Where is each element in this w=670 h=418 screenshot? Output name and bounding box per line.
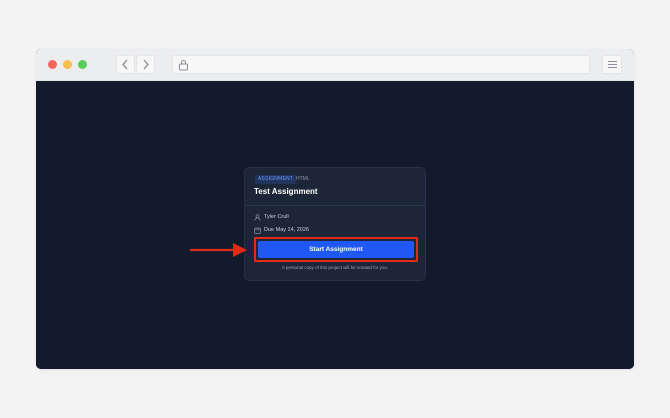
start-assignment-button[interactable]: Start Assignment (258, 241, 414, 258)
author-name: Tyler Crull (264, 214, 289, 220)
user-icon (254, 214, 261, 221)
close-window-button[interactable] (48, 60, 57, 69)
chevron-left-icon (122, 59, 128, 70)
due-date-row: Due May 14, 2026 (254, 226, 334, 234)
back-button[interactable] (116, 55, 135, 74)
pointer-arrow-icon (190, 243, 247, 257)
address-bar[interactable] (172, 55, 590, 74)
page-viewport: ASSIGNMENT HTML Test Assignment Tyler Cr… (36, 81, 634, 369)
due-date: Due May 14, 2026 (264, 227, 309, 233)
calendar-icon (254, 227, 261, 234)
hamburger-line (608, 64, 617, 65)
copy-notice: A personal copy of this project will be … (281, 265, 389, 270)
assignment-card: ASSIGNMENT HTML Test Assignment Tyler Cr… (244, 167, 426, 281)
hamburger-line (608, 67, 617, 68)
hamburger-menu-icon (608, 61, 617, 62)
author-row: Tyler Crull (254, 213, 334, 221)
assignment-title: Test Assignment (254, 187, 318, 196)
assignment-badge: ASSIGNMENT (255, 175, 297, 184)
highlight-box: Start Assignment (254, 237, 418, 262)
minimize-window-button[interactable] (63, 60, 72, 69)
browser-toolbar (36, 49, 634, 81)
maximize-window-button[interactable] (78, 60, 87, 69)
chevron-right-icon (143, 59, 149, 70)
browser-window: ASSIGNMENT HTML Test Assignment Tyler Cr… (36, 49, 634, 369)
forward-button[interactable] (136, 55, 155, 74)
lock-icon (179, 60, 188, 71)
browser-menu-button[interactable] (602, 55, 622, 74)
card-divider (245, 205, 425, 206)
language-tag: HTML (296, 176, 310, 182)
